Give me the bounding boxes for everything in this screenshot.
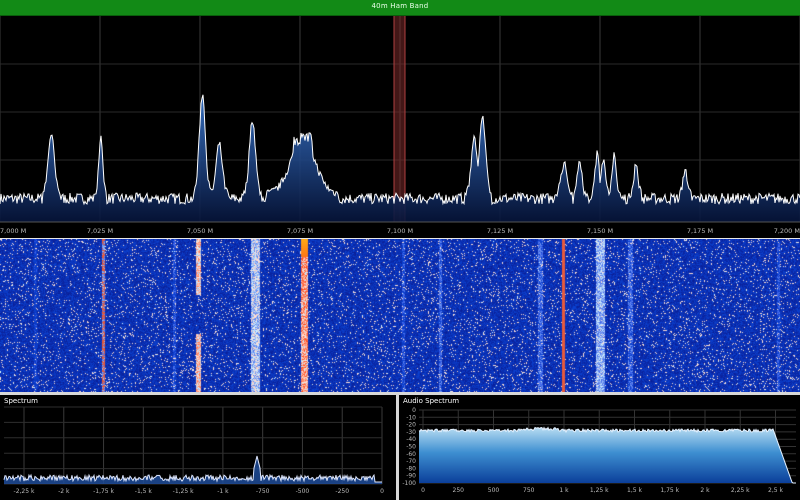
- audio-db-tick-label: 0: [412, 407, 416, 414]
- audio-db-tick-label: -50: [406, 444, 416, 451]
- if-freq-tick-label: -1 k: [217, 488, 229, 495]
- freq-tick-label: 7,150 M: [587, 227, 613, 235]
- freq-tick-label: 7,100 M: [387, 227, 413, 235]
- audio-freq-tick-label: 1,75 k: [660, 487, 679, 494]
- if-freq-tick-label: -250: [335, 488, 349, 495]
- waterfall-display[interactable]: [0, 239, 800, 392]
- audio-freq-tick-label: 2,25 k: [731, 487, 750, 494]
- if-freq-tick-label: -2 k: [58, 488, 70, 495]
- audio-db-tick-label: -20: [406, 422, 416, 429]
- if-freq-tick-label: -1,5 k: [135, 488, 153, 495]
- band-label-bar[interactable]: 40m Ham Band: [0, 0, 800, 16]
- if-freq-tick-label: -750: [256, 488, 270, 495]
- audio-db-tick-label: -100: [402, 480, 416, 487]
- audio-freq-tick-label: 250: [453, 487, 465, 494]
- band-label: 40m Ham Band: [371, 2, 429, 10]
- audio-db-tick-label: -80: [406, 465, 416, 472]
- audio-freq-tick-label: 2,5 k: [768, 487, 783, 494]
- if-freq-tick-label: 0: [380, 488, 384, 495]
- freq-tick-label: 7,075 M: [287, 227, 313, 235]
- main-spectrum-plot[interactable]: 7,000 M 7,025 M 7,050 M 7,075 M 7,100 M 7,125…: [0, 16, 800, 238]
- audio-db-tick-label: -90: [406, 473, 416, 480]
- tuning-marker: [394, 16, 405, 222]
- if-spectrum-panel[interactable]: Spectrum -2,25 k -2 k -1,75 k -1,5 k -1,25 k…: [0, 395, 396, 500]
- audio-freq-tick-label: 2 k: [700, 487, 710, 494]
- freq-tick-label: 7,050 M: [187, 227, 213, 235]
- audio-db-tick-label: -10: [406, 414, 416, 421]
- audio-db-tick-label: -40: [406, 436, 416, 443]
- audio-freq-tick-label: 500: [488, 487, 500, 494]
- audio-spectrum-panel[interactable]: Audio Spectrum 0 -10 -20 -30 -40 -50 -60 -70 -80…: [399, 395, 800, 500]
- if-freq-tick-label: -1,75 k: [93, 488, 114, 495]
- audio-spectrum-fill: [419, 427, 796, 483]
- freq-tick-label: 7,200 M: [774, 227, 800, 235]
- waterfall-canvas[interactable]: [0, 239, 800, 392]
- if-spectrum-fill: [4, 456, 382, 484]
- audio-db-tick-label: -60: [406, 451, 416, 458]
- audio-spectrum-plot[interactable]: 0-10-20-30-40-50-60-70-80-90-1000 250 500 7…: [399, 395, 800, 500]
- if-freq-tick-label: -2,25 k: [14, 488, 35, 495]
- freq-tick-label: 7,175 M: [687, 227, 713, 235]
- if-spectrum-plot[interactable]: -2,25 k -2 k -1,75 k -1,5 k -1,25 k -1 k -750 -…: [0, 395, 396, 500]
- if-freq-tick-label: -500: [296, 488, 310, 495]
- audio-freq-tick-label: 1,5 k: [627, 487, 642, 494]
- freq-tick-label: 7,125 M: [487, 227, 513, 235]
- audio-db-tick-label: -30: [406, 429, 416, 436]
- audio-freq-tick-label: 1 k: [559, 487, 569, 494]
- freq-tick-label: 7,000 M: [0, 227, 26, 235]
- audio-freq-tick-label: 0: [421, 487, 425, 494]
- freq-tick-label: 7,025 M: [87, 227, 113, 235]
- audio-freq-tick-label: 1,25 k: [590, 487, 609, 494]
- panel-separator: [396, 395, 399, 500]
- if-freq-tick-label: -1,25 k: [173, 488, 194, 495]
- audio-freq-tick-label: 750: [523, 487, 535, 494]
- audio-db-tick-label: -70: [406, 458, 416, 465]
